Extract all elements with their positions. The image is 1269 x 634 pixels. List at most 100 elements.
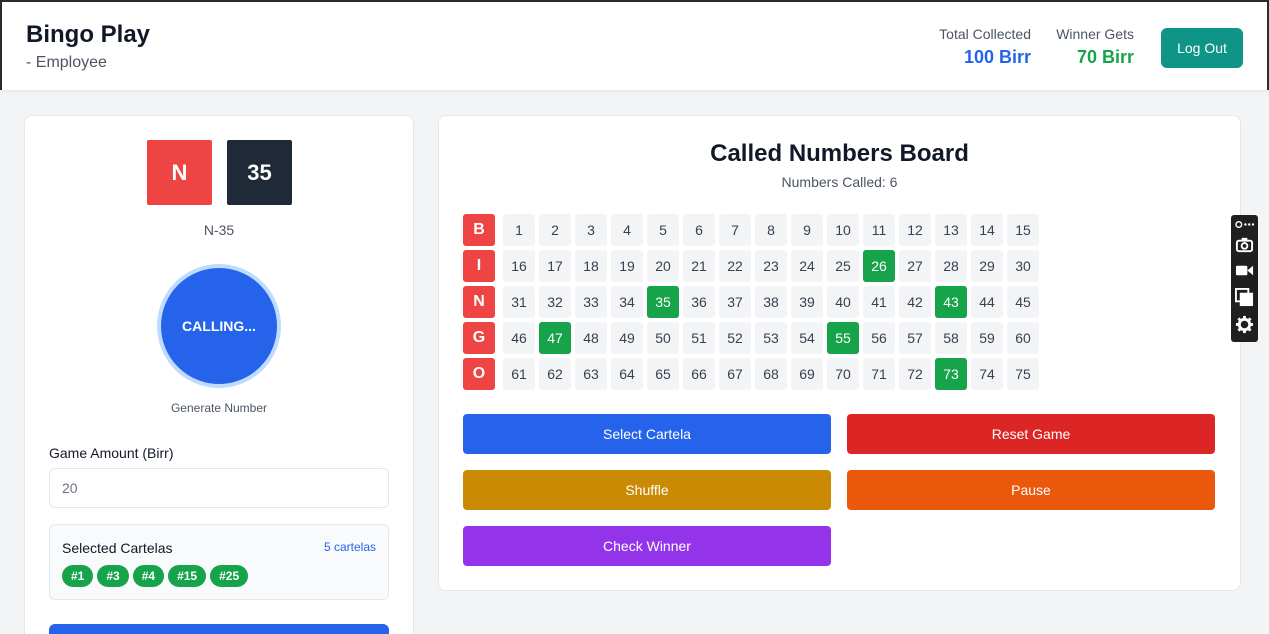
camera-icon[interactable] bbox=[1235, 235, 1254, 254]
cartela-chip[interactable]: #4 bbox=[132, 565, 165, 587]
gear-icon[interactable] bbox=[1235, 315, 1254, 334]
board-letter: I bbox=[463, 250, 495, 282]
number-cell: 28 bbox=[935, 250, 967, 282]
board-row: B 1 2 3 4 5 6 7 8 9 10 11 12 13 14 15 bbox=[463, 214, 1039, 246]
number-cell: 18 bbox=[575, 250, 607, 282]
board-row: N 31 32 33 34 35 36 37 38 39 40 41 42 43 44 45 bbox=[463, 286, 1039, 318]
number-cell: 54 bbox=[791, 322, 823, 354]
number-cell: 27 bbox=[899, 250, 931, 282]
number-cell: 16 bbox=[503, 250, 535, 282]
app-title: Bingo Play bbox=[26, 21, 151, 48]
board-row: G 46 47 48 49 50 51 52 53 54 55 56 57 58 59 60 bbox=[463, 322, 1039, 354]
number-cell: 52 bbox=[719, 322, 751, 354]
pause-button[interactable]: Pause bbox=[847, 470, 1215, 510]
number-cell: 72 bbox=[899, 358, 931, 390]
selected-cartelas-count: 5 cartelas bbox=[323, 540, 376, 554]
capture-toolbar bbox=[1231, 215, 1258, 342]
number-cell: 42 bbox=[899, 286, 931, 318]
number-cell: 34 bbox=[611, 286, 643, 318]
number-cell: 25 bbox=[827, 250, 859, 282]
number-cell: 49 bbox=[611, 322, 643, 354]
number-cell: 9 bbox=[791, 214, 823, 246]
left-panel-bottom-button[interactable] bbox=[49, 624, 389, 634]
select-cartela-button[interactable]: Select Cartela bbox=[463, 414, 831, 454]
number-cell: 14 bbox=[971, 214, 1003, 246]
generate-number-button[interactable]: CALLING... bbox=[157, 264, 281, 388]
logout-button[interactable]: Log Out bbox=[1161, 28, 1243, 68]
cartela-chip[interactable]: #3 bbox=[97, 565, 129, 587]
number-cell: 40 bbox=[827, 286, 859, 318]
number-cell: 71 bbox=[863, 358, 895, 390]
called-number-cell: 55 bbox=[827, 322, 859, 354]
board-letter: N bbox=[463, 286, 495, 318]
number-cell: 74 bbox=[971, 358, 1003, 390]
number-cell: 61 bbox=[503, 358, 535, 390]
number-cell: 66 bbox=[683, 358, 715, 390]
number-cell: 5 bbox=[647, 214, 679, 246]
cartela-chip[interactable]: #1 bbox=[62, 565, 94, 587]
number-cell: 17 bbox=[539, 250, 571, 282]
number-cell: 19 bbox=[611, 250, 643, 282]
number-cell: 3 bbox=[575, 214, 607, 246]
number-cell: 32 bbox=[539, 286, 571, 318]
number-cell: 30 bbox=[1007, 250, 1039, 282]
number-cell: 37 bbox=[719, 286, 751, 318]
number-cell: 46 bbox=[503, 322, 535, 354]
copy-icon[interactable] bbox=[1235, 288, 1254, 307]
number-cell: 48 bbox=[575, 322, 607, 354]
called-number-cell: 73 bbox=[935, 358, 967, 390]
shuffle-button[interactable]: Shuffle bbox=[463, 470, 831, 510]
cartela-chips: #1 #3 #4 #15 #25 bbox=[62, 565, 249, 587]
total-collected-label: Total Collected bbox=[939, 26, 1031, 42]
board-letter: G bbox=[463, 322, 495, 354]
number-cell: 70 bbox=[827, 358, 859, 390]
number-cell: 15 bbox=[1007, 214, 1039, 246]
number-cell: 21 bbox=[683, 250, 715, 282]
cartela-chip[interactable]: #15 bbox=[168, 565, 207, 587]
role-subtitle: - Employee bbox=[26, 54, 107, 71]
number-cell: 44 bbox=[971, 286, 1003, 318]
number-cell: 58 bbox=[935, 322, 967, 354]
current-number: 35 bbox=[227, 140, 292, 205]
winner-gets-stat: Winner Gets 70 Birr bbox=[1056, 26, 1134, 68]
game-amount-label: Game Amount (Birr) bbox=[49, 445, 174, 461]
number-cell: 63 bbox=[575, 358, 607, 390]
number-cell: 62 bbox=[539, 358, 571, 390]
number-cell: 45 bbox=[1007, 286, 1039, 318]
number-cell: 8 bbox=[755, 214, 787, 246]
called-number-cell: 47 bbox=[539, 322, 571, 354]
current-call-label: N-35 bbox=[203, 222, 235, 238]
generate-number-label: Generate Number bbox=[170, 401, 268, 415]
number-cell: 31 bbox=[503, 286, 535, 318]
board-title: Called Numbers Board bbox=[710, 140, 969, 167]
number-cell: 24 bbox=[791, 250, 823, 282]
board-letter: O bbox=[463, 358, 495, 390]
number-cell: 67 bbox=[719, 358, 751, 390]
app-header: Bingo Play - Employee Total Collected 10… bbox=[0, 0, 1269, 90]
game-amount-input[interactable] bbox=[49, 468, 389, 508]
number-cell: 60 bbox=[1007, 322, 1039, 354]
caller-panel: N 35 N-35 CALLING... Generate Number Gam… bbox=[24, 115, 414, 634]
link-icon[interactable] bbox=[1235, 217, 1254, 231]
cartela-chip[interactable]: #25 bbox=[210, 565, 249, 587]
winner-gets-value: 70 Birr bbox=[1076, 47, 1134, 67]
number-cell: 64 bbox=[611, 358, 643, 390]
check-winner-button[interactable]: Check Winner bbox=[463, 526, 831, 566]
called-number-cell: 26 bbox=[863, 250, 895, 282]
number-cell: 6 bbox=[683, 214, 715, 246]
number-cell: 10 bbox=[827, 214, 859, 246]
board-letter: B bbox=[463, 214, 495, 246]
total-collected-stat: Total Collected 100 Birr bbox=[939, 26, 1031, 68]
number-cell: 23 bbox=[755, 250, 787, 282]
number-cell: 20 bbox=[647, 250, 679, 282]
number-cell: 75 bbox=[1007, 358, 1039, 390]
number-cell: 13 bbox=[935, 214, 967, 246]
reset-game-button[interactable]: Reset Game bbox=[847, 414, 1215, 454]
number-cell: 39 bbox=[791, 286, 823, 318]
video-icon[interactable] bbox=[1235, 261, 1254, 280]
number-cell: 56 bbox=[863, 322, 895, 354]
number-cell: 1 bbox=[503, 214, 535, 246]
number-cell: 4 bbox=[611, 214, 643, 246]
numbers-called-count: Numbers Called: 6 bbox=[781, 174, 898, 190]
number-cell: 2 bbox=[539, 214, 571, 246]
